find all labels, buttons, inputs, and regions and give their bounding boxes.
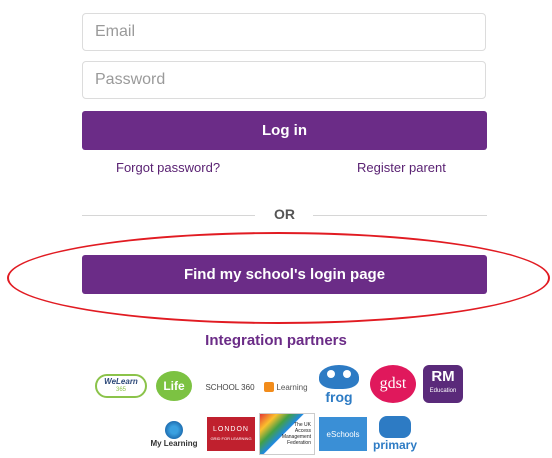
password-field[interactable]	[82, 61, 486, 99]
divider-line-right	[313, 215, 487, 216]
forgot-password-link[interactable]: Forgot password?	[116, 160, 220, 175]
partner-logo-eschools: eSchools	[318, 416, 368, 452]
partner-logo-primary: primary	[370, 412, 420, 456]
find-school-button[interactable]: Find my school's login page	[82, 255, 487, 294]
or-divider: OR	[82, 206, 487, 226]
partner-logo-london-grid: LONDON GRID FOR LEARNING	[206, 416, 256, 452]
register-parent-link[interactable]: Register parent	[357, 160, 446, 175]
partner-logo-welearn: WeLearn 365	[94, 372, 148, 400]
email-field[interactable]	[82, 13, 486, 51]
partner-logo-frog: frog	[314, 362, 364, 408]
partner-logo-mylearning: My Learning	[146, 414, 202, 454]
divider-text: OR	[274, 206, 295, 222]
login-button[interactable]: Log in	[82, 111, 487, 150]
partner-logo-rm-education: RM Education	[422, 364, 464, 404]
partner-logo-school360: SCHOOL 360	[205, 382, 255, 392]
partner-logo-uk-access-federation: The UK Access Management Federation	[258, 412, 316, 456]
partner-logo-gdst: gdst	[369, 364, 417, 404]
partner-logo-learning: Learning	[260, 378, 312, 396]
partners-title: Integration partners	[205, 332, 347, 349]
partner-logo-life: Life	[155, 370, 193, 402]
